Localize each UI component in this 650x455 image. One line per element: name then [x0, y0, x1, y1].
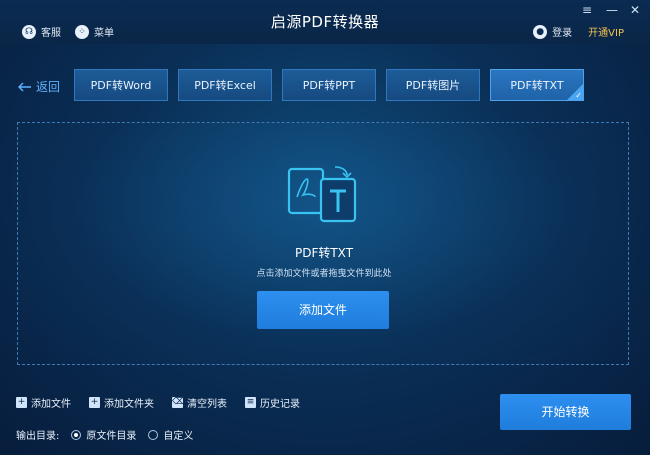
plus-icon: +	[16, 397, 27, 408]
user-icon: ●	[533, 24, 548, 39]
window-controls: ≡ — ✕	[582, 4, 640, 16]
output-directory: 输出目录: 原文件目录 自定义	[16, 427, 193, 442]
tab-pdf-to-excel[interactable]: PDF转Excel	[178, 69, 272, 101]
add-file-action[interactable]: + 添加文件	[16, 395, 71, 410]
login-label: 登录	[552, 28, 573, 39]
radio-unchecked-icon	[148, 429, 159, 440]
tab-label: PDF转PPT	[302, 79, 356, 92]
add-file-label: 添加文件	[31, 399, 71, 410]
minimize-icon[interactable]: —	[606, 4, 618, 16]
tab-pdf-to-image[interactable]: PDF转图片	[386, 69, 480, 101]
radio-custom-dir[interactable]: 自定义	[148, 427, 193, 442]
dropzone-title: PDF转TXT	[294, 246, 354, 260]
title-bar: ☊ 客服 ⁘ 菜单 启源PDF转换器 ● 登录 开通VIP ≡ — ✕	[0, 0, 650, 44]
radio-label: 原文件目录	[86, 431, 137, 442]
arrow-left-icon	[18, 82, 31, 91]
add-file-button[interactable]: 添加文件	[257, 291, 389, 329]
output-label: 输出目录:	[16, 431, 60, 442]
radio-label: 自定义	[163, 431, 194, 442]
clear-list-label: 清空列表	[187, 399, 227, 410]
tab-label: PDF转Excel	[194, 79, 256, 92]
trash-icon: ⌫	[172, 397, 185, 408]
list-icon: ≡	[245, 397, 256, 408]
clear-list-action[interactable]: ⌫ 清空列表	[172, 395, 227, 410]
close-icon[interactable]: ✕	[630, 4, 640, 16]
tab-pdf-to-txt[interactable]: PDF转TXT ✓	[490, 69, 584, 101]
tab-label: PDF转图片	[405, 79, 461, 92]
add-folder-action[interactable]: + 添加文件夹	[89, 395, 154, 410]
topbar-right: ● 登录 开通VIP	[533, 24, 624, 39]
history-label: 历史记录	[260, 399, 300, 410]
check-icon: ✓	[575, 91, 582, 100]
radio-checked-icon	[71, 429, 82, 440]
conversion-tabs: PDF转Word PDF转Excel PDF转PPT PDF转图片 PDF转TX…	[74, 69, 584, 101]
window-menu-icon[interactable]: ≡	[582, 4, 592, 16]
radio-original-dir[interactable]: 原文件目录	[71, 427, 136, 442]
file-actions: + 添加文件 + 添加文件夹 ⌫ 清空列表 ≡ 历史记录	[16, 395, 300, 410]
pdf-to-txt-icon	[287, 166, 357, 223]
login-button[interactable]: ● 登录	[533, 24, 572, 39]
tab-label: PDF转Word	[90, 79, 152, 92]
back-label: 返回	[36, 80, 61, 94]
dropzone-hint: 点击添加文件或者拖曳文件到此处	[256, 269, 392, 279]
history-action[interactable]: ≡ 历史记录	[245, 395, 300, 410]
tab-pdf-to-word[interactable]: PDF转Word	[74, 69, 168, 101]
file-drop-zone[interactable]: PDF转TXT 点击添加文件或者拖曳文件到此处 添加文件	[17, 122, 629, 365]
folder-plus-icon: +	[89, 397, 100, 408]
add-folder-label: 添加文件夹	[104, 399, 154, 410]
back-button[interactable]: 返回	[18, 78, 60, 95]
tab-pdf-to-ppt[interactable]: PDF转PPT	[282, 69, 376, 101]
tab-label: PDF转TXT	[510, 79, 564, 92]
vip-link[interactable]: 开通VIP	[588, 24, 624, 39]
start-convert-button[interactable]: 开始转换	[500, 394, 631, 430]
